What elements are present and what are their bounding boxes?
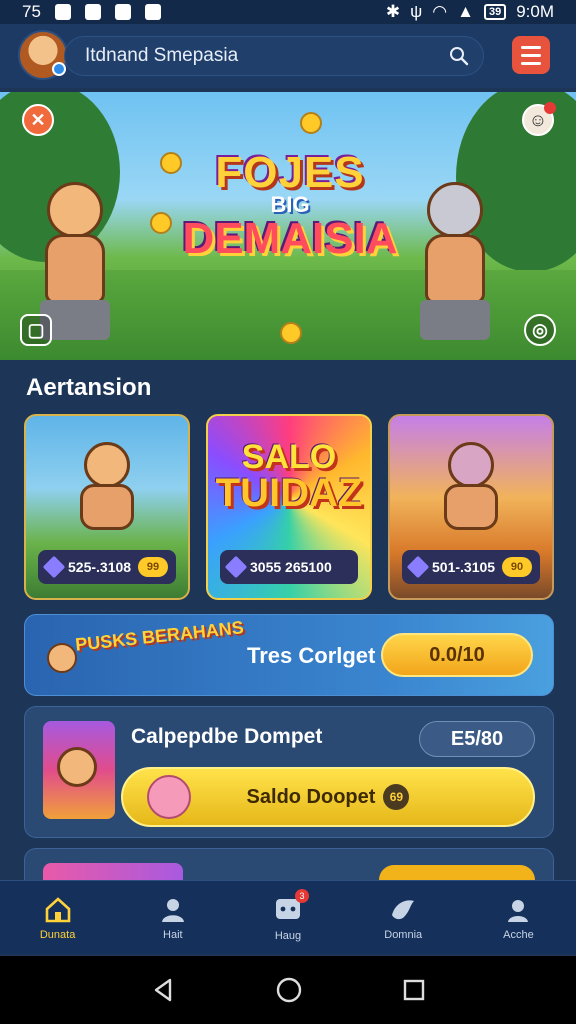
home-icon <box>45 896 70 922</box>
sale-title: SALO TUIDAZ <box>208 438 370 516</box>
notification-icon <box>84 4 101 20</box>
nav-item-domnia[interactable]: Domnia <box>346 881 461 954</box>
bottom-nav: Dunata Hait 3 Haug Domnia Acche <box>0 880 576 954</box>
nav-label: Haug <box>274 930 302 942</box>
notification-icon <box>144 4 161 20</box>
menu-line <box>521 53 541 57</box>
piggy-icon <box>147 775 191 819</box>
nav-label: Domnia <box>384 928 423 941</box>
game-card[interactable]: 525-.3108 99 <box>24 414 190 600</box>
games-icon-wrap: 3 <box>273 889 309 926</box>
price-pill: 525-.3108 99 <box>38 550 176 584</box>
home-circle-icon[interactable] <box>275 976 303 1004</box>
promo-banner[interactable]: PUSKS BERAHANS Tres Corlget 0.0/10 <box>24 614 554 696</box>
system-nav-bar <box>0 956 576 1024</box>
gem-icon <box>406 555 430 579</box>
game-price: 3055 265100 <box>250 559 332 575</box>
coin-icon <box>280 322 302 344</box>
game-card[interactable]: SALO TUIDAZ 3055 265100 <box>206 414 372 600</box>
wallet-title: Calpepdbe Dompet <box>131 725 323 748</box>
gallery-icon[interactable]: ▢ <box>20 314 52 346</box>
coin-icon <box>150 212 172 234</box>
status-time: 75 <box>22 2 41 21</box>
back-icon[interactable] <box>150 977 176 1003</box>
menu-line <box>521 45 541 49</box>
promo-button[interactable]: 0.0/10 <box>381 633 533 677</box>
nav-item-profile[interactable]: Acche <box>461 881 576 954</box>
game-price: 525-.3108 <box>68 559 132 575</box>
game-character <box>67 442 147 542</box>
nav-label: Dunata <box>39 928 76 941</box>
wallet-button-label: Saldo Doopet <box>246 785 376 808</box>
search-placeholder: Itdnand Smepasia <box>85 45 239 66</box>
section-title: Aertansion <box>26 374 152 401</box>
nav-item-home[interactable]: Dunata <box>0 881 115 954</box>
game-character <box>431 442 511 542</box>
avatar[interactable] <box>18 30 68 80</box>
hero-title: FOJES BIG DEMAISIA <box>170 148 410 264</box>
promo-logo: PUSKS BERAHANS <box>74 617 245 655</box>
wifi-icon: ◠ <box>432 2 448 21</box>
nav-item-games[interactable]: 3 Haug <box>230 881 345 954</box>
app-header: Itdnand Smepasia <box>0 24 576 88</box>
gem-icon <box>224 555 248 579</box>
coin-icon: 90 <box>502 557 532 577</box>
bluetooth-icon: ✱ <box>385 2 401 21</box>
search-icon[interactable] <box>449 46 469 66</box>
signal-icon: ▲ <box>457 2 474 21</box>
gem-icon <box>42 555 66 579</box>
status-bar: 75 ✱ ψ ◠ ▲ 39 9:0M <box>0 0 576 24</box>
notification-icon <box>54 4 71 20</box>
nav-item-friends[interactable]: Hait <box>115 881 230 954</box>
online-dot-icon <box>52 62 66 76</box>
notification-icon <box>114 4 131 20</box>
nav-label: Hait <box>163 928 183 941</box>
price-pill: 3055 265100 <box>220 550 358 584</box>
wallet-card: Calpepdbe Dompet E5/80 Saldo Doopet 69 <box>24 706 554 838</box>
menu-button[interactable] <box>512 36 550 74</box>
refresh-icon[interactable]: ◎ <box>524 314 556 346</box>
coin-icon: 99 <box>138 557 168 577</box>
users-icon <box>161 898 184 922</box>
nav-label: Acche <box>503 928 534 941</box>
coin-icon <box>300 112 322 134</box>
wallet-balance-badge[interactable]: E5/80 <box>419 721 535 757</box>
recents-icon[interactable] <box>402 978 426 1002</box>
vibrate-icon: ψ <box>410 2 423 21</box>
hero-banner[interactable]: FOJES BIG DEMAISIA ✕ ☺ ▢ ◎ <box>0 92 576 360</box>
hero-title-line3: DEMAISIA <box>182 214 398 263</box>
saldo-dompet-button[interactable]: Saldo Doopet 69 <box>121 767 535 827</box>
user-icon[interactable]: ☺ <box>522 102 556 136</box>
promo-character <box>47 643 77 673</box>
coin-icon: 69 <box>383 784 410 810</box>
hero-title-line1: FOJES <box>215 148 365 197</box>
profile-icon <box>508 899 529 922</box>
price-pill: 501-.3105 90 <box>402 550 540 584</box>
promo-text: Tres Corlget <box>247 643 376 668</box>
close-icon[interactable]: ✕ <box>22 104 54 136</box>
notification-badge <box>544 102 556 114</box>
game-price: 501-.3105 <box>432 559 496 575</box>
menu-line <box>521 61 541 65</box>
bird-icon <box>392 899 415 919</box>
battery-icon: 39 <box>483 4 507 20</box>
search-input[interactable]: Itdnand Smepasia <box>64 36 484 76</box>
hero-character <box>420 182 490 340</box>
hero-character <box>40 182 110 340</box>
wallet-thumbnail <box>43 721 115 819</box>
sale-title-bottom: TUIDAZ <box>215 471 363 515</box>
nav-badge: 3 <box>295 889 309 903</box>
game-card[interactable]: 501-.3105 90 <box>388 414 554 600</box>
status-clock: 9:0M <box>516 2 554 21</box>
